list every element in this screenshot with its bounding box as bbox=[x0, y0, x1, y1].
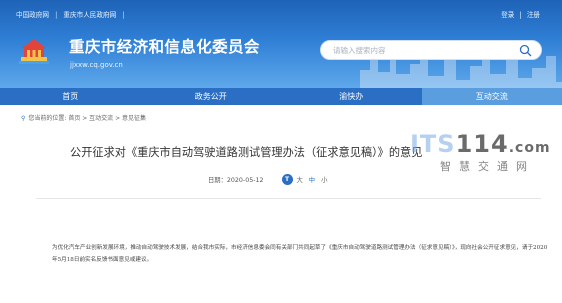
search-box bbox=[320, 40, 542, 60]
content-divider bbox=[36, 198, 541, 199]
font-size-medium[interactable]: 中 bbox=[309, 175, 315, 184]
its114-watermark: ITS114.com 智慧交通网 bbox=[410, 130, 562, 178]
font-size-large[interactable]: 大 bbox=[297, 175, 303, 184]
watermark-brand-its: ITS bbox=[410, 130, 456, 158]
font-size-small[interactable]: 小 bbox=[321, 175, 327, 184]
top-links: 中国政府网 | 重庆市人民政府网 | bbox=[16, 9, 129, 19]
search-input[interactable] bbox=[333, 43, 503, 58]
main-nav: 首页 政务公开 渝快办 互动交流 bbox=[0, 88, 562, 105]
nav-home[interactable]: 首页 bbox=[0, 88, 141, 105]
site-title[interactable]: 重庆市经济和信息化委员会 bbox=[69, 35, 260, 57]
register-link[interactable]: 注册 bbox=[527, 11, 540, 19]
article-date: 日期：2020-05-12 bbox=[208, 177, 264, 184]
auth-separator: | bbox=[519, 11, 522, 19]
watermark-tagline: 智慧交通网 bbox=[440, 160, 535, 173]
search-icon[interactable] bbox=[519, 44, 532, 57]
breadcrumb-text: 您当前的位置: 首页 > 互动交流 > 意见征集 bbox=[28, 115, 147, 122]
link-separator: | bbox=[55, 11, 58, 19]
header-banner: 中国政府网 | 重庆市人民政府网 | 登录 | 注册 重庆市经济和信息化委员会 … bbox=[0, 0, 562, 88]
site-domain: jjxxw.cq.gov.cn bbox=[70, 61, 123, 69]
nav-interaction[interactable]: 互动交流 bbox=[421, 88, 562, 105]
login-link[interactable]: 登录 bbox=[501, 11, 514, 19]
location-pin-icon: ⚲ bbox=[21, 115, 26, 122]
auth-links: 登录 | 注册 bbox=[498, 9, 540, 19]
font-size-icon: T bbox=[281, 174, 293, 185]
cq-gov-link[interactable]: 重庆市人民政府网 bbox=[63, 11, 116, 19]
watermark-logo: ITS114.com bbox=[410, 130, 551, 158]
watermark-brand-num: 114 bbox=[455, 130, 509, 158]
article-meta: 日期：2020-05-12 T 大 中 小 bbox=[208, 174, 333, 185]
article-title: 公开征求对《重庆市自动驾驶道路测试管理办法（征求意见稿）》的意见 bbox=[70, 146, 423, 159]
breadcrumb: ⚲ 您当前的位置: 首页 > 互动交流 > 意见征集 bbox=[21, 113, 146, 122]
link-separator: | bbox=[122, 11, 125, 19]
nav-yukuaiban[interactable]: 渝快办 bbox=[281, 88, 422, 105]
gov-link[interactable]: 中国政府网 bbox=[16, 11, 49, 19]
watermark-brand-domain: .com bbox=[508, 140, 551, 156]
site-emblem-icon bbox=[19, 39, 49, 64]
article-body: 为优化汽车产业创新发展环境，推动自动驾驶技术发展，结合我市实际，市经济信息委会同… bbox=[52, 245, 548, 263]
nav-gov-affairs[interactable]: 政务公开 bbox=[141, 88, 282, 105]
